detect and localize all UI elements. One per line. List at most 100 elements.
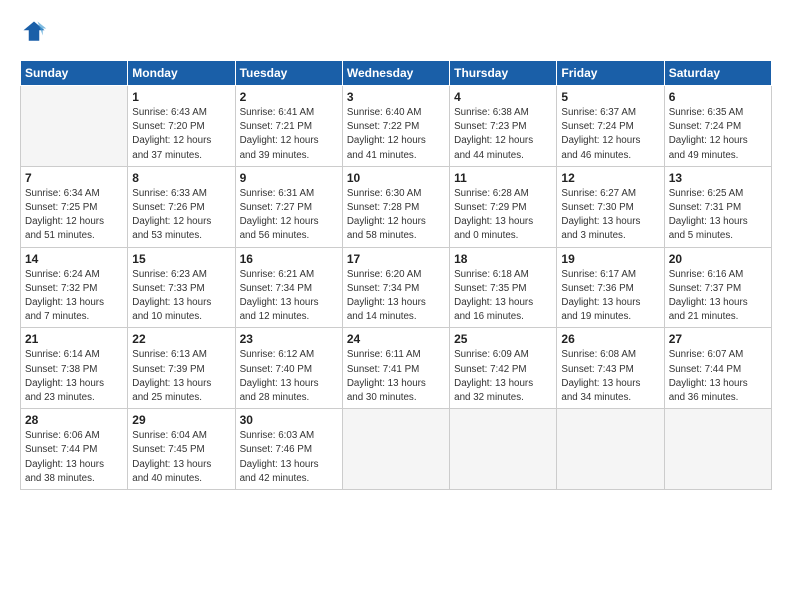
calendar-cell: 5Sunrise: 6:37 AM Sunset: 7:24 PM Daylig… [557, 86, 664, 167]
calendar-cell: 7Sunrise: 6:34 AM Sunset: 7:25 PM Daylig… [21, 166, 128, 247]
day-number: 28 [25, 413, 123, 427]
calendar-week-5: 28Sunrise: 6:06 AM Sunset: 7:44 PM Dayli… [21, 409, 772, 490]
day-number: 16 [240, 252, 338, 266]
day-info: Sunrise: 6:20 AM Sunset: 7:34 PM Dayligh… [347, 268, 445, 325]
calendar-cell: 28Sunrise: 6:06 AM Sunset: 7:44 PM Dayli… [21, 409, 128, 490]
col-saturday: Saturday [664, 61, 771, 86]
day-number: 15 [132, 252, 230, 266]
day-info: Sunrise: 6:23 AM Sunset: 7:33 PM Dayligh… [132, 268, 230, 325]
col-friday: Friday [557, 61, 664, 86]
calendar-cell: 30 Sunrise: 6:03 AM Sunset: 7:46 PM Dayli… [235, 409, 342, 490]
day-number: 27 [669, 332, 767, 346]
calendar-cell: 4 Sunrise: 6:38 AM Sunset: 7:23 PM Daylig… [450, 86, 557, 167]
day-info: Sunrise: 6:16 AM Sunset: 7:37 PM Dayligh… [669, 268, 767, 325]
calendar-cell: 6 Sunrise: 6:35 AM Sunset: 7:24 PM Daylig… [664, 86, 771, 167]
day-info: Sunrise: 6:37 AM Sunset: 7:24 PM Dayligh… [561, 106, 659, 163]
day-number: 21 [25, 332, 123, 346]
day-info: Sunrise: 6:07 AM Sunset: 7:44 PM Dayligh… [669, 348, 767, 405]
day-number: 6 [669, 90, 767, 104]
day-number: 8 [132, 171, 230, 185]
calendar-cell: 21Sunrise: 6:14 AM Sunset: 7:38 PM Dayli… [21, 328, 128, 409]
calendar-cell: 19 Sunrise: 6:17 AM Sunset: 7:36 PM Dayli… [557, 247, 664, 328]
day-info: Sunrise: 6:38 AM Sunset: 7:23 PM Dayligh… [454, 106, 552, 163]
calendar-cell: 23 Sunrise: 6:12 AM Sunset: 7:40 PM Dayli… [235, 328, 342, 409]
day-info: Sunrise: 6:18 AM Sunset: 7:35 PM Dayligh… [454, 268, 552, 325]
logo-icon [20, 18, 48, 46]
calendar-cell: 1 Sunrise: 6:43 AM Sunset: 7:20 PM Daylig… [128, 86, 235, 167]
calendar-cell: 22Sunrise: 6:13 AM Sunset: 7:39 PM Dayli… [128, 328, 235, 409]
calendar-cell: 26 Sunrise: 6:08 AM Sunset: 7:43 PM Dayli… [557, 328, 664, 409]
day-info: Sunrise: 6:27 AM Sunset: 7:30 PM Dayligh… [561, 187, 659, 244]
day-number: 20 [669, 252, 767, 266]
day-number: 3 [347, 90, 445, 104]
day-number: 13 [669, 171, 767, 185]
day-number: 30 [240, 413, 338, 427]
day-info: Sunrise: 6:43 AM Sunset: 7:20 PM Dayligh… [132, 106, 230, 163]
day-number: 4 [454, 90, 552, 104]
calendar-cell: 25 Sunrise: 6:09 AM Sunset: 7:42 PM Dayli… [450, 328, 557, 409]
day-info: Sunrise: 6:33 AM Sunset: 7:26 PM Dayligh… [132, 187, 230, 244]
calendar-week-3: 14 Sunrise: 6:24 AM Sunset: 7:32 PM Dayli… [21, 247, 772, 328]
col-wednesday: Wednesday [342, 61, 449, 86]
calendar-cell: 27 Sunrise: 6:07 AM Sunset: 7:44 PM Dayli… [664, 328, 771, 409]
day-info: Sunrise: 6:28 AM Sunset: 7:29 PM Dayligh… [454, 187, 552, 244]
calendar-cell: 12 Sunrise: 6:27 AM Sunset: 7:30 PM Dayli… [557, 166, 664, 247]
calendar-cell: 20 Sunrise: 6:16 AM Sunset: 7:37 PM Dayli… [664, 247, 771, 328]
day-info: Sunrise: 6:35 AM Sunset: 7:24 PM Dayligh… [669, 106, 767, 163]
calendar-week-1: 1 Sunrise: 6:43 AM Sunset: 7:20 PM Daylig… [21, 86, 772, 167]
day-info: Sunrise: 6:31 AM Sunset: 7:27 PM Dayligh… [240, 187, 338, 244]
calendar-cell [21, 86, 128, 167]
calendar-cell: 24 Sunrise: 6:11 AM Sunset: 7:41 PM Dayli… [342, 328, 449, 409]
col-tuesday: Tuesday [235, 61, 342, 86]
day-info: Sunrise: 6:09 AM Sunset: 7:42 PM Dayligh… [454, 348, 552, 405]
day-info: Sunrise: 6:11 AM Sunset: 7:41 PM Dayligh… [347, 348, 445, 405]
day-number: 11 [454, 171, 552, 185]
calendar-week-2: 7Sunrise: 6:34 AM Sunset: 7:25 PM Daylig… [21, 166, 772, 247]
day-number: 14 [25, 252, 123, 266]
day-number: 1 [132, 90, 230, 104]
header-row: Sunday Monday Tuesday Wednesday Thursday… [21, 61, 772, 86]
day-info: Sunrise: 6:13 AM Sunset: 7:39 PM Dayligh… [132, 348, 230, 405]
header [20, 18, 772, 46]
day-number: 10 [347, 171, 445, 185]
calendar-cell: 15 Sunrise: 6:23 AM Sunset: 7:33 PM Dayli… [128, 247, 235, 328]
page: Sunday Monday Tuesday Wednesday Thursday… [0, 0, 792, 500]
day-info: Sunrise: 6:21 AM Sunset: 7:34 PM Dayligh… [240, 268, 338, 325]
calendar-week-4: 21Sunrise: 6:14 AM Sunset: 7:38 PM Dayli… [21, 328, 772, 409]
day-number: 25 [454, 332, 552, 346]
day-info: Sunrise: 6:04 AM Sunset: 7:45 PM Dayligh… [132, 429, 230, 486]
calendar-cell: 3 Sunrise: 6:40 AM Sunset: 7:22 PM Daylig… [342, 86, 449, 167]
day-number: 19 [561, 252, 659, 266]
day-info: Sunrise: 6:40 AM Sunset: 7:22 PM Dayligh… [347, 106, 445, 163]
calendar-cell [557, 409, 664, 490]
calendar-cell: 14 Sunrise: 6:24 AM Sunset: 7:32 PM Dayli… [21, 247, 128, 328]
day-number: 23 [240, 332, 338, 346]
calendar-cell: 18 Sunrise: 6:18 AM Sunset: 7:35 PM Dayli… [450, 247, 557, 328]
day-number: 7 [25, 171, 123, 185]
calendar-cell: 11 Sunrise: 6:28 AM Sunset: 7:29 PM Dayli… [450, 166, 557, 247]
calendar-body: 1 Sunrise: 6:43 AM Sunset: 7:20 PM Daylig… [21, 86, 772, 490]
calendar-cell [342, 409, 449, 490]
logo [20, 18, 52, 46]
day-number: 17 [347, 252, 445, 266]
calendar-cell: 13Sunrise: 6:25 AM Sunset: 7:31 PM Dayli… [664, 166, 771, 247]
calendar-header: Sunday Monday Tuesday Wednesday Thursday… [21, 61, 772, 86]
calendar-cell: 10Sunrise: 6:30 AM Sunset: 7:28 PM Dayli… [342, 166, 449, 247]
day-number: 24 [347, 332, 445, 346]
day-info: Sunrise: 6:08 AM Sunset: 7:43 PM Dayligh… [561, 348, 659, 405]
col-sunday: Sunday [21, 61, 128, 86]
calendar-cell: 2Sunrise: 6:41 AM Sunset: 7:21 PM Daylig… [235, 86, 342, 167]
day-info: Sunrise: 6:12 AM Sunset: 7:40 PM Dayligh… [240, 348, 338, 405]
day-info: Sunrise: 6:03 AM Sunset: 7:46 PM Dayligh… [240, 429, 338, 486]
calendar-cell: 9 Sunrise: 6:31 AM Sunset: 7:27 PM Daylig… [235, 166, 342, 247]
day-number: 29 [132, 413, 230, 427]
day-number: 18 [454, 252, 552, 266]
day-info: Sunrise: 6:24 AM Sunset: 7:32 PM Dayligh… [25, 268, 123, 325]
calendar-cell: 17 Sunrise: 6:20 AM Sunset: 7:34 PM Dayli… [342, 247, 449, 328]
calendar-cell: 29 Sunrise: 6:04 AM Sunset: 7:45 PM Dayli… [128, 409, 235, 490]
day-number: 9 [240, 171, 338, 185]
day-number: 26 [561, 332, 659, 346]
day-number: 12 [561, 171, 659, 185]
day-number: 2 [240, 90, 338, 104]
day-info: Sunrise: 6:17 AM Sunset: 7:36 PM Dayligh… [561, 268, 659, 325]
